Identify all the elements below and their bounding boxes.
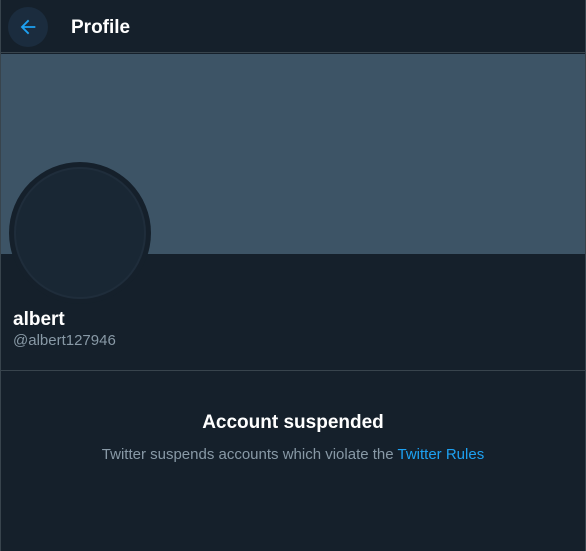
suspended-title: Account suspended	[202, 412, 384, 433]
user-handle: @albert127946	[13, 332, 116, 349]
display-name: albert	[13, 309, 65, 330]
page-title: Profile	[71, 17, 131, 38]
twitter-rules-link[interactable]: Twitter Rules	[398, 446, 485, 463]
arrow-left-icon	[17, 16, 39, 38]
suspended-message: Twitter suspends accounts which violate …	[1, 446, 585, 464]
divider	[1, 370, 585, 371]
profile-page: Profile albert @albert127946 Account sus…	[0, 0, 586, 551]
header-bar: Profile	[1, 0, 585, 53]
avatar[interactable]	[9, 162, 151, 304]
avatar-image	[14, 167, 146, 299]
back-button[interactable]	[8, 7, 48, 47]
suspended-message-text: Twitter suspends accounts which violate …	[101, 446, 398, 463]
